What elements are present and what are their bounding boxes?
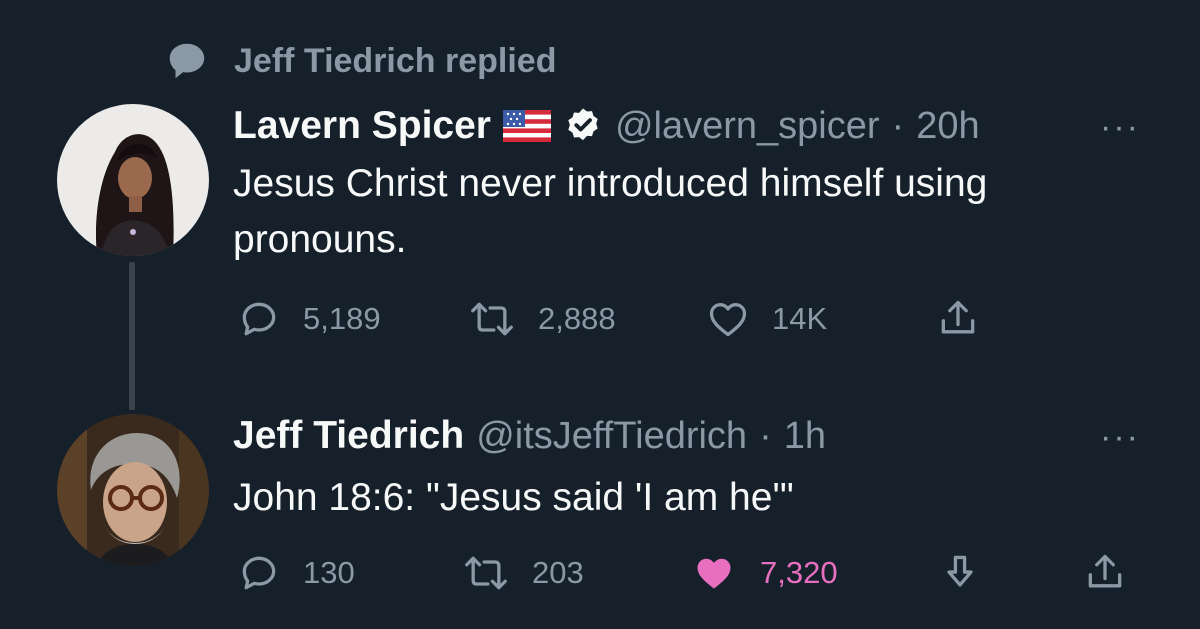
author-handle[interactable]: @itsJeffTiedrich xyxy=(476,415,747,458)
retweet-count: 203 xyxy=(532,555,584,590)
tweet-text: Jesus Christ never introduced himself us… xyxy=(233,156,1133,268)
avatar-jeff-tiedrich[interactable] xyxy=(57,414,209,566)
verified-badge-icon xyxy=(563,106,603,146)
like-button[interactable]: 7,320 xyxy=(690,550,838,596)
reply-bubble-icon xyxy=(164,38,210,84)
retweet-icon xyxy=(468,297,516,341)
avatar-lavern-spicer[interactable] xyxy=(57,104,209,256)
separator-dot: · xyxy=(759,414,772,457)
thread-connector-line xyxy=(129,262,135,410)
share-button[interactable] xyxy=(936,296,980,342)
like-count: 7,320 xyxy=(760,555,838,590)
author-name[interactable]: Lavern Spicer xyxy=(233,104,491,148)
social-context[interactable]: Jeff Tiedrich replied xyxy=(164,38,556,84)
share-icon xyxy=(1083,551,1127,595)
us-flag-icon xyxy=(502,110,551,142)
tweet-text-line: Jesus Christ never introduced himself us… xyxy=(233,162,988,205)
download-arrow-icon xyxy=(938,551,982,595)
like-button[interactable]: 14K xyxy=(706,296,827,342)
separator-dot: · xyxy=(891,104,905,147)
reply-icon xyxy=(237,551,281,595)
like-count: 14K xyxy=(772,301,828,336)
more-options-icon[interactable]: ··· xyxy=(1100,108,1140,147)
timestamp[interactable]: 20h xyxy=(916,105,979,148)
tweet-text-line: pronouns. xyxy=(233,218,407,261)
retweet-count: 2,888 xyxy=(538,301,616,336)
reply-count: 5,189 xyxy=(303,301,381,336)
retweet-button[interactable]: 203 xyxy=(462,550,584,596)
reply-button[interactable]: 130 xyxy=(237,550,355,596)
tweet-header: Jeff Tiedrich @itsJeffTiedrich · 1h xyxy=(233,408,826,464)
context-label: Jeff Tiedrich replied xyxy=(234,41,557,80)
retweet-button[interactable]: 2,888 xyxy=(468,296,616,342)
tweet-header: Lavern Spicer @lavern_spicer · 20h xyxy=(233,98,980,154)
share-button[interactable] xyxy=(1083,550,1127,596)
heart-filled-icon xyxy=(690,551,738,595)
author-handle[interactable]: @lavern_spicer xyxy=(615,105,880,148)
share-icon xyxy=(936,297,980,341)
tweet-text: John 18:6: "Jesus said 'I am he'" xyxy=(233,476,794,519)
retweet-icon xyxy=(462,551,510,595)
bookmark-download-button[interactable] xyxy=(938,550,982,596)
timestamp[interactable]: 1h xyxy=(784,415,826,458)
more-options-icon[interactable]: ··· xyxy=(1100,418,1140,457)
reply-button[interactable]: 5,189 xyxy=(237,296,381,342)
reply-count: 130 xyxy=(303,555,355,590)
heart-icon xyxy=(706,297,750,341)
reply-icon xyxy=(237,297,281,341)
author-name[interactable]: Jeff Tiedrich xyxy=(233,414,464,458)
